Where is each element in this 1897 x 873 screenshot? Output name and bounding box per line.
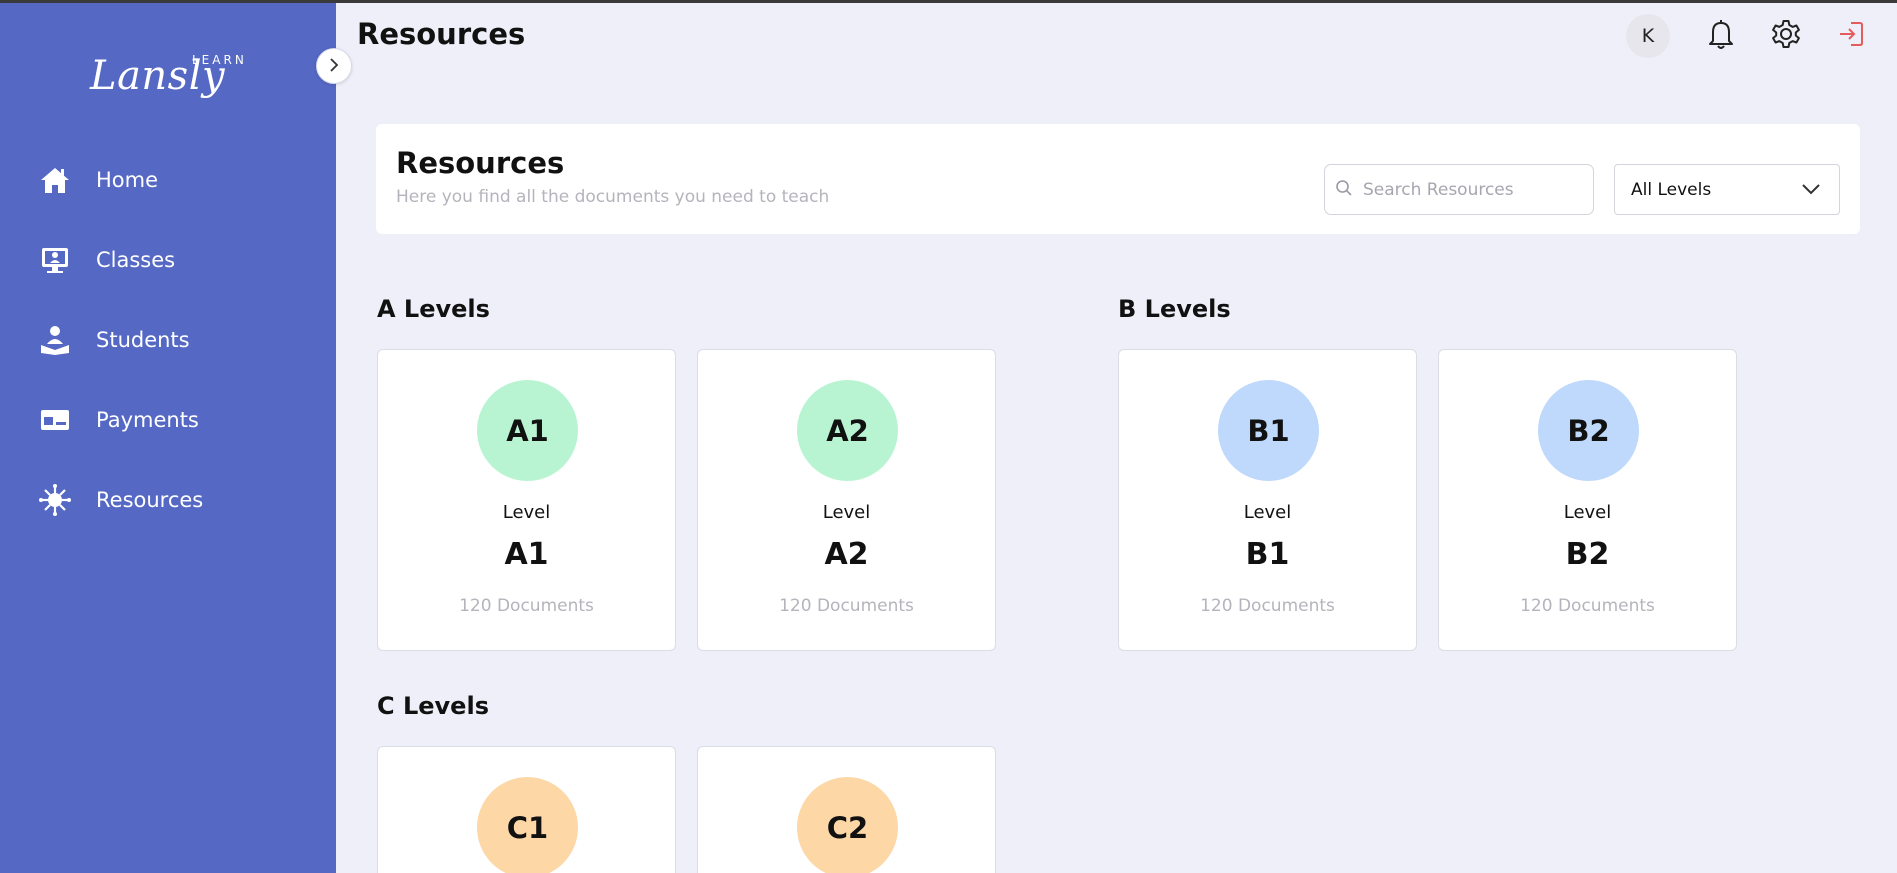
- level-name: A1: [504, 537, 549, 572]
- section-title-b-levels: B Levels: [1118, 295, 1231, 323]
- sidebar-item-students[interactable]: Students: [38, 320, 190, 360]
- sidebar-item-label: Students: [96, 328, 190, 352]
- level-filter-value: All Levels: [1631, 179, 1712, 200]
- level-label: Level: [822, 502, 871, 523]
- document-count: 120 Documents: [459, 596, 594, 616]
- level-badge: B2: [1538, 380, 1639, 481]
- sidebar-item-label: Classes: [96, 248, 176, 272]
- level-card-b2[interactable]: B2 Level B2 120 Documents: [1438, 349, 1737, 651]
- level-card-b1[interactable]: B1 Level B1 120 Documents: [1118, 349, 1417, 651]
- home-icon: [38, 163, 72, 197]
- sidebar: Lansly LEARN Home Classes Students Payme…: [0, 3, 336, 873]
- level-name: B1: [1245, 537, 1290, 572]
- level-name: B2: [1565, 537, 1610, 572]
- sidebar-collapse-button[interactable]: [316, 48, 352, 84]
- resources-icon: [38, 483, 72, 517]
- level-filter-select[interactable]: All Levels: [1614, 164, 1840, 215]
- level-badge: B1: [1218, 380, 1319, 481]
- page-title: Resources: [357, 17, 526, 51]
- level-card-c1[interactable]: C1: [377, 746, 676, 873]
- sidebar-item-home[interactable]: Home: [38, 160, 158, 200]
- chevron-down-icon: [1801, 180, 1821, 200]
- level-card-a2[interactable]: A2 Level A2 120 Documents: [697, 349, 996, 651]
- logout-icon: [1837, 20, 1865, 52]
- level-label: Level: [1563, 502, 1612, 523]
- search-input[interactable]: [1363, 179, 1583, 200]
- document-count: 120 Documents: [1200, 596, 1335, 616]
- logo-subtitle: LEARN: [192, 53, 247, 67]
- level-label: Level: [502, 502, 551, 523]
- level-label: Level: [1243, 502, 1292, 523]
- sidebar-item-label: Resources: [96, 488, 204, 512]
- sidebar-item-label: Home: [96, 168, 159, 192]
- logout-button[interactable]: [1833, 18, 1869, 54]
- avatar[interactable]: K: [1626, 14, 1670, 58]
- section-title-c-levels: C Levels: [377, 692, 489, 720]
- level-badge: A2: [797, 380, 898, 481]
- level-badge: C1: [477, 777, 578, 873]
- settings-button[interactable]: [1768, 18, 1804, 54]
- logo[interactable]: Lansly LEARN: [90, 53, 244, 99]
- sidebar-item-payments[interactable]: Payments: [38, 400, 199, 440]
- level-badge: C2: [797, 777, 898, 873]
- sidebar-item-label: Payments: [96, 408, 199, 432]
- search-icon: [1335, 179, 1353, 201]
- panel-title: Resources: [396, 146, 565, 180]
- payments-icon: [38, 403, 72, 437]
- students-icon: [38, 323, 72, 357]
- sidebar-item-resources[interactable]: Resources: [38, 480, 203, 520]
- level-card-c2[interactable]: C2: [697, 746, 996, 873]
- bell-icon: [1706, 18, 1736, 54]
- classes-icon: [38, 243, 72, 277]
- resources-header-panel: Resources Here you find all the document…: [376, 124, 1860, 234]
- level-card-a1[interactable]: A1 Level A1 120 Documents: [377, 349, 676, 651]
- level-name: A2: [824, 537, 869, 572]
- level-badge: A1: [477, 380, 578, 481]
- document-count: 120 Documents: [779, 596, 914, 616]
- chevron-right-icon: [328, 57, 340, 76]
- gear-icon: [1770, 18, 1802, 54]
- notifications-button[interactable]: [1703, 18, 1739, 54]
- panel-subtitle: Here you find all the documents you need…: [396, 187, 830, 207]
- section-title-a-levels: A Levels: [377, 295, 490, 323]
- document-count: 120 Documents: [1520, 596, 1655, 616]
- sidebar-item-classes[interactable]: Classes: [38, 240, 175, 280]
- search-box[interactable]: [1324, 164, 1594, 215]
